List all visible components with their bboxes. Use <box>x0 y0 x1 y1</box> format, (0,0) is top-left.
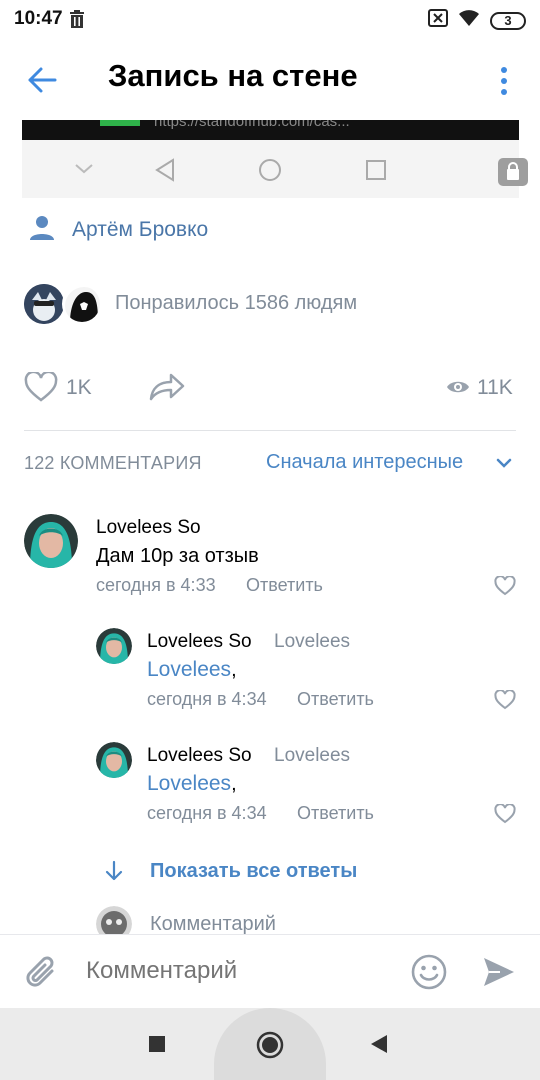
show-all-replies-link[interactable]: Показать все ответы <box>150 860 357 883</box>
back-arrow-icon[interactable] <box>26 64 58 96</box>
battery-icon: 3 <box>490 11 526 30</box>
eye-icon <box>446 378 470 401</box>
paperclip-icon[interactable] <box>22 953 62 998</box>
image-url-text: https://standoffhub.com/cas... <box>154 120 350 130</box>
system-navigation-bar <box>0 1008 540 1080</box>
reply-to-name[interactable]: Lovelees <box>274 631 350 653</box>
reply-suffix: , <box>231 659 237 681</box>
reply-text: Lovelees, <box>147 658 237 682</box>
comment-text: Дам 10р за отзыв <box>96 545 259 567</box>
share-arrow-icon[interactable] <box>148 372 186 407</box>
status-time: 10:47 <box>14 8 63 29</box>
mention-link[interactable]: Lovelees <box>147 772 231 795</box>
image-green-bar <box>100 120 140 126</box>
post-image-navbar <box>22 140 519 198</box>
sim-off-icon <box>428 9 448 32</box>
battery-level: 3 <box>504 12 512 28</box>
liked-by-text[interactable]: Понравилось 1586 людям <box>115 292 357 315</box>
wifi-icon <box>458 9 480 32</box>
arrow-down-icon[interactable] <box>104 860 124 887</box>
like-heart-icon[interactable] <box>24 370 58 407</box>
comment-time: сегодня в 4:34 <box>147 803 267 823</box>
post-image[interactable]: https://standoffhub.com/cas... <box>22 120 519 140</box>
shopping-bag-icon <box>498 158 528 186</box>
divider <box>24 430 516 431</box>
reply-button[interactable]: Ответить <box>297 689 374 710</box>
more-vertical-icon[interactable] <box>498 66 510 96</box>
reply-suffix: , <box>231 773 237 795</box>
send-icon[interactable] <box>482 955 516 994</box>
reply-to-name[interactable]: Lovelees <box>274 745 350 767</box>
recents-square-icon[interactable] <box>149 1036 165 1057</box>
status-bar: 10:47 3 <box>0 0 540 40</box>
comment-like-heart-icon[interactable] <box>494 803 516 829</box>
comment-input[interactable] <box>86 957 386 985</box>
back-triangle-icon[interactable] <box>370 1034 388 1059</box>
home-circle-icon[interactable] <box>256 1031 284 1064</box>
reply-button[interactable]: Ответить <box>246 575 323 596</box>
comment-like-heart-icon[interactable] <box>494 689 516 715</box>
home-circle-icon <box>259 159 281 181</box>
comment-author[interactable]: Lovelees So <box>147 631 252 653</box>
recents-square-icon <box>366 160 386 180</box>
liker-avatar[interactable] <box>62 284 102 324</box>
avatar[interactable] <box>96 742 132 778</box>
user-icon <box>28 214 56 247</box>
reply-button[interactable]: Ответить <box>297 803 374 824</box>
like-count[interactable]: 1K <box>66 376 92 400</box>
comments-sort-dropdown[interactable]: Сначала интересные <box>266 451 463 474</box>
comment-composer <box>0 934 540 1008</box>
comment-time: сегодня в 4:33 <box>96 575 216 595</box>
mention-link[interactable]: Lovelees <box>147 658 231 681</box>
avatar[interactable] <box>24 514 78 568</box>
comment-time: сегодня в 4:34 <box>147 689 267 709</box>
post-author-link[interactable]: Артём Бровко <box>72 218 208 242</box>
app-header: Запись на стене <box>0 40 540 120</box>
avatar[interactable] <box>96 628 132 664</box>
comments-count: 122 КОММЕНТАРИЯ <box>24 453 202 473</box>
status-icons: 3 <box>428 9 526 32</box>
views-count: 11K <box>477 376 513 399</box>
comment-author[interactable]: Lovelees So <box>147 745 252 767</box>
page-title: Запись на стене <box>108 58 358 93</box>
reply-text: Lovelees, <box>147 772 237 796</box>
comment-like-heart-icon[interactable] <box>494 575 516 601</box>
chevron-down-icon <box>75 164 93 174</box>
chevron-down-icon[interactable] <box>496 456 512 474</box>
back-triangle-icon <box>155 158 174 182</box>
liker-avatar[interactable] <box>24 284 64 324</box>
smile-icon[interactable] <box>410 953 448 996</box>
comment-text: Комментарий <box>150 913 276 935</box>
comment-author[interactable]: Lovelees So <box>96 517 201 539</box>
trash-icon <box>69 10 85 33</box>
